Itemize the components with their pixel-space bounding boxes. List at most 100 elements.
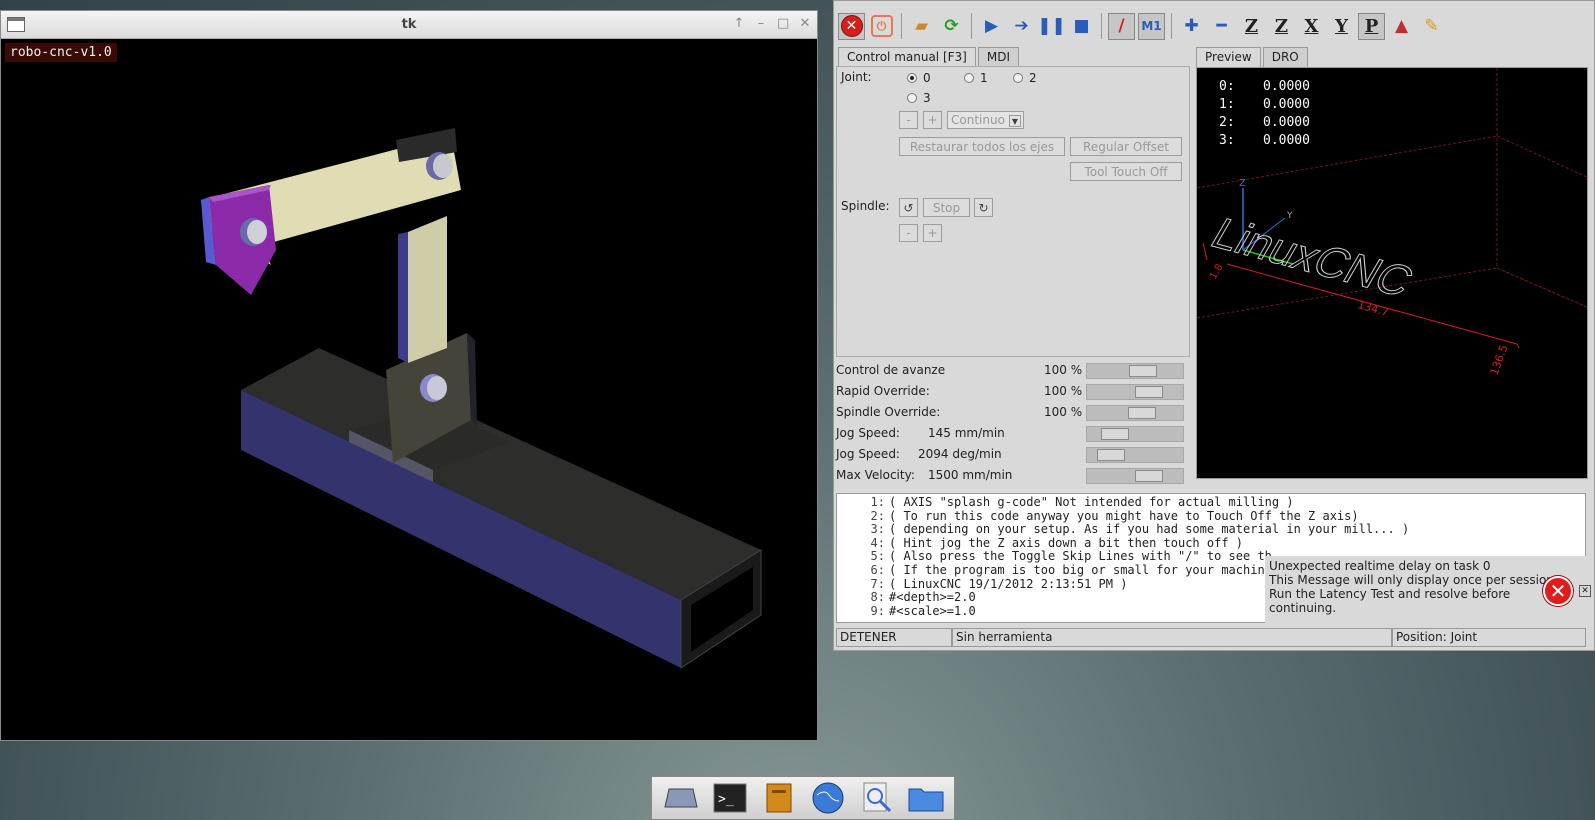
folder-icon[interactable] <box>906 780 946 816</box>
slider-thumb[interactable] <box>1135 470 1163 482</box>
pause-button[interactable]: ❚❚ <box>1037 13 1066 40</box>
override-slider[interactable] <box>1086 384 1184 400</box>
terminal-icon[interactable]: >_ <box>710 780 750 816</box>
override-row: Spindle Override: 100 % <box>836 403 1184 423</box>
joint-radio-2[interactable]: 2 <box>1013 71 1037 85</box>
stop-button[interactable]: ■ <box>1068 13 1095 40</box>
tab-mdi[interactable]: MDI <box>977 47 1019 67</box>
robot-3d-view[interactable]: robo-cnc-v1.0 <box>1 40 817 740</box>
gcode-line[interactable]: 1: ( AXIS "splash g-code" Not intended fo… <box>837 495 1585 510</box>
tool-touch-off-button[interactable]: Tool Touch Off <box>1070 162 1182 181</box>
notification-close-button[interactable]: ✕ <box>1579 585 1591 597</box>
linuxcnc-logo-preview: LinuxCNC <box>1203 210 1422 306</box>
gcode-line[interactable]: 3: ( depending on your setup. As if you h… <box>837 523 1585 537</box>
desktop-icon[interactable] <box>661 780 701 816</box>
regular-offset-button[interactable]: Regular Offset <box>1070 137 1182 156</box>
jog-plus-button[interactable]: + <box>923 111 942 129</box>
dro-axis: 2: <box>1219 115 1235 130</box>
toolpath-preview[interactable]: 134.7 136.5 1.8 Z Y LinuxCNC 0: 0.0000 1: 0… <box>1196 67 1588 479</box>
view-z-button[interactable]: Z <box>1238 13 1265 40</box>
override-slider[interactable] <box>1086 405 1184 421</box>
y-axis-label: Y <box>1286 211 1293 221</box>
gcode-line-text: ( To run this code anyway you might have… <box>889 508 1359 523</box>
run-button[interactable]: ▶ <box>978 13 1005 40</box>
joint-radio-0[interactable]: 0 <box>907 71 931 85</box>
gcode-line-number: 1: <box>870 495 885 509</box>
minimize-icon[interactable]: – <box>755 15 767 33</box>
gcode-line-number: 9: <box>870 603 885 618</box>
zoom-in-button[interactable]: ✚ <box>1178 13 1205 40</box>
dro-axis: 0: <box>1219 79 1235 94</box>
spindle-stop-button[interactable]: Stop <box>923 198 970 217</box>
clear-plot-button[interactable]: ✎ <box>1418 13 1445 40</box>
tab-preview[interactable]: Preview <box>1196 47 1261 67</box>
zoom-in-icon: ✚ <box>1184 16 1199 36</box>
notification-line-3: Run the Latency Test and resolve before … <box>1269 587 1511 615</box>
zoom-out-button[interactable]: ━ <box>1208 13 1235 40</box>
keep-above-icon[interactable]: ↑ <box>733 15 745 33</box>
override-slider[interactable] <box>1086 468 1184 484</box>
machine-power-button[interactable]: ⏻ <box>868 13 895 40</box>
step-button[interactable]: ➔ <box>1008 13 1035 40</box>
skip-lines-button[interactable]: / <box>1108 12 1135 40</box>
gcode-line[interactable]: 4: ( Hint jog the Z axis down a bit then … <box>837 535 1585 551</box>
close-icon[interactable]: ✕ <box>799 15 811 33</box>
jog-mode-select[interactable]: Continuo ▼ <box>947 111 1024 129</box>
jog-minus-button[interactable]: - <box>899 111 918 129</box>
pause-icon: ❚❚ <box>1037 16 1066 36</box>
override-label: Control de avanze <box>836 363 946 377</box>
manual-control-panel: Joint: 0 1 2 3 - + Continuo ▼ Restaurar … <box>836 66 1190 357</box>
slider-thumb[interactable] <box>1135 386 1163 398</box>
override-slider[interactable] <box>1086 363 1184 379</box>
files-icon[interactable] <box>759 780 799 816</box>
override-slider[interactable] <box>1086 426 1184 442</box>
spindle-plus-button[interactable]: + <box>923 224 942 242</box>
gcode-line[interactable]: 2: ( To run this code anyway you might ha… <box>837 508 1585 524</box>
spindle-ccw-button[interactable]: ↺ <box>899 198 918 217</box>
home-all-button[interactable]: Restaurar todos los ejes <box>899 137 1065 156</box>
view-z2-button[interactable]: Z <box>1268 13 1295 40</box>
gcode-line-text: ( If the program is too big or small for… <box>889 562 1272 577</box>
override-value: 100 % <box>1044 363 1083 377</box>
optional-stop-button[interactable]: M1 <box>1138 12 1165 40</box>
spindle-ccw-icon: ↺ <box>903 200 914 215</box>
override-slider[interactable] <box>1086 447 1184 463</box>
model-name-badge: robo-cnc-v1.0 <box>5 43 117 62</box>
dro-readout: 0: 0.0000 1: 0.0000 2: 0.0000 3: 0.0000 <box>1219 78 1310 150</box>
dro-row: 1: 0.0000 <box>1219 96 1310 114</box>
position-mode: Position: Joint <box>1392 628 1586 647</box>
joint-radio-1[interactable]: 1 <box>964 71 988 85</box>
zoom-out-icon: ━ <box>1216 16 1227 36</box>
view-x-button[interactable]: X <box>1298 13 1325 40</box>
slider-thumb[interactable] <box>1101 428 1129 440</box>
view-p-button[interactable]: P <box>1358 12 1385 40</box>
estop-button[interactable]: ✕ <box>838 12 865 40</box>
dro-value: 0.0000 <box>1263 133 1310 148</box>
gcode-line-text: ( Hint jog the Z axis down a bit then to… <box>889 535 1244 550</box>
slider-thumb[interactable] <box>1097 449 1125 461</box>
override-label: Max Velocity: <box>836 468 915 482</box>
gcode-line-number: 4: <box>870 535 885 550</box>
rotate-view-button[interactable]: ▲ <box>1388 13 1415 40</box>
tk-titlebar[interactable]: tk ↑ – □ ✕ <box>1 11 817 39</box>
open-file-button[interactable]: ▰ <box>908 13 935 40</box>
joint-radio-3[interactable]: 3 <box>907 91 931 105</box>
slider-thumb[interactable] <box>1129 365 1157 377</box>
maximize-icon[interactable]: □ <box>777 15 789 33</box>
robot-model <box>201 128 762 669</box>
skip-lines-icon: / <box>1118 16 1125 36</box>
gcode-line-text: #<depth>=2.0 <box>889 590 976 605</box>
linuxcnc-axis-window: ✕ ⏻ ▰ ⟳ ▶ ➔ ❚❚ ■ / M1 ✚ ━ Z Z X Y P ▲ ✎ … <box>833 0 1595 651</box>
notification-line-2: This Message will only display once per … <box>1269 573 1558 587</box>
browser-icon[interactable] <box>808 780 848 816</box>
tab-manual-control[interactable]: Control manual [F3] <box>838 47 976 67</box>
reload-button[interactable]: ⟳ <box>938 13 965 40</box>
spindle-minus-button[interactable]: - <box>899 224 918 242</box>
search-icon[interactable] <box>857 780 897 816</box>
tk-window-title: tk <box>401 17 417 32</box>
slider-thumb[interactable] <box>1128 407 1156 419</box>
tab-dro[interactable]: DRO <box>1262 47 1308 67</box>
view-y-button[interactable]: Y <box>1328 13 1355 40</box>
spindle-cw-button[interactable]: ↻ <box>974 198 993 217</box>
gcode-line-number: 5: <box>870 549 885 564</box>
